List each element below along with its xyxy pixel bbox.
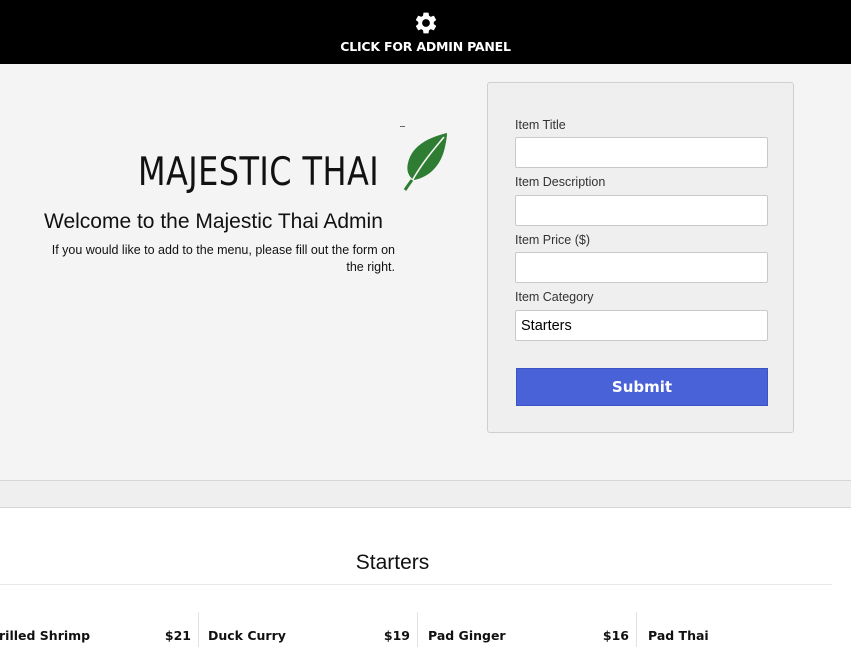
hero-section: MAJESTIC THAI Welcome to the Majestic Th… <box>0 64 851 481</box>
submit-button[interactable]: Submit <box>516 368 768 406</box>
menu-item[interactable]: Pad Thai <box>638 612 851 647</box>
item-category-label: Item Category <box>515 290 594 304</box>
menu-item-name: rilled Shrimp <box>0 628 91 643</box>
logo-text: MAJESTIC THAI <box>138 150 380 195</box>
menu-item[interactable]: Duck Curry $19 <box>200 612 418 647</box>
menu-item-name: Pad Ginger <box>428 628 506 643</box>
menu-item-price: $16 <box>602 628 629 643</box>
item-title-input[interactable] <box>515 137 768 168</box>
item-category-select[interactable]: Starters <box>515 310 768 341</box>
section-rule <box>0 584 832 585</box>
item-title-label: Item Title <box>515 118 566 132</box>
menu-item-price: $21 <box>164 628 191 643</box>
menu-item-price: $19 <box>383 628 410 643</box>
logo-mark <box>400 126 405 127</box>
gear-icon[interactable] <box>413 10 439 36</box>
menu-section-title: Starters <box>355 551 430 574</box>
menu-item[interactable]: Pad Ginger $16 <box>419 612 637 647</box>
admin-panel-label[interactable]: CLICK FOR ADMIN PANEL <box>340 39 511 54</box>
intro-text: If you would like to add to the menu, pl… <box>51 243 395 274</box>
item-price-input[interactable] <box>515 252 768 283</box>
welcome-title: Welcome to the Majestic Thai Admin <box>44 210 383 233</box>
menu-item-name: Pad Thai <box>648 628 709 643</box>
menu-item[interactable]: rilled Shrimp $21 <box>0 612 199 647</box>
add-item-form: Item Title Item Description Item Price (… <box>487 82 794 433</box>
item-description-input[interactable] <box>515 195 768 226</box>
item-price-label: Item Price ($) <box>515 233 591 247</box>
admin-panel-bar[interactable]: CLICK FOR ADMIN PANEL <box>0 0 851 64</box>
menu-item-name: Duck Curry <box>208 628 286 643</box>
item-description-label: Item Description <box>515 175 606 189</box>
section-divider-strip <box>0 481 851 508</box>
leaf-icon <box>403 133 447 191</box>
